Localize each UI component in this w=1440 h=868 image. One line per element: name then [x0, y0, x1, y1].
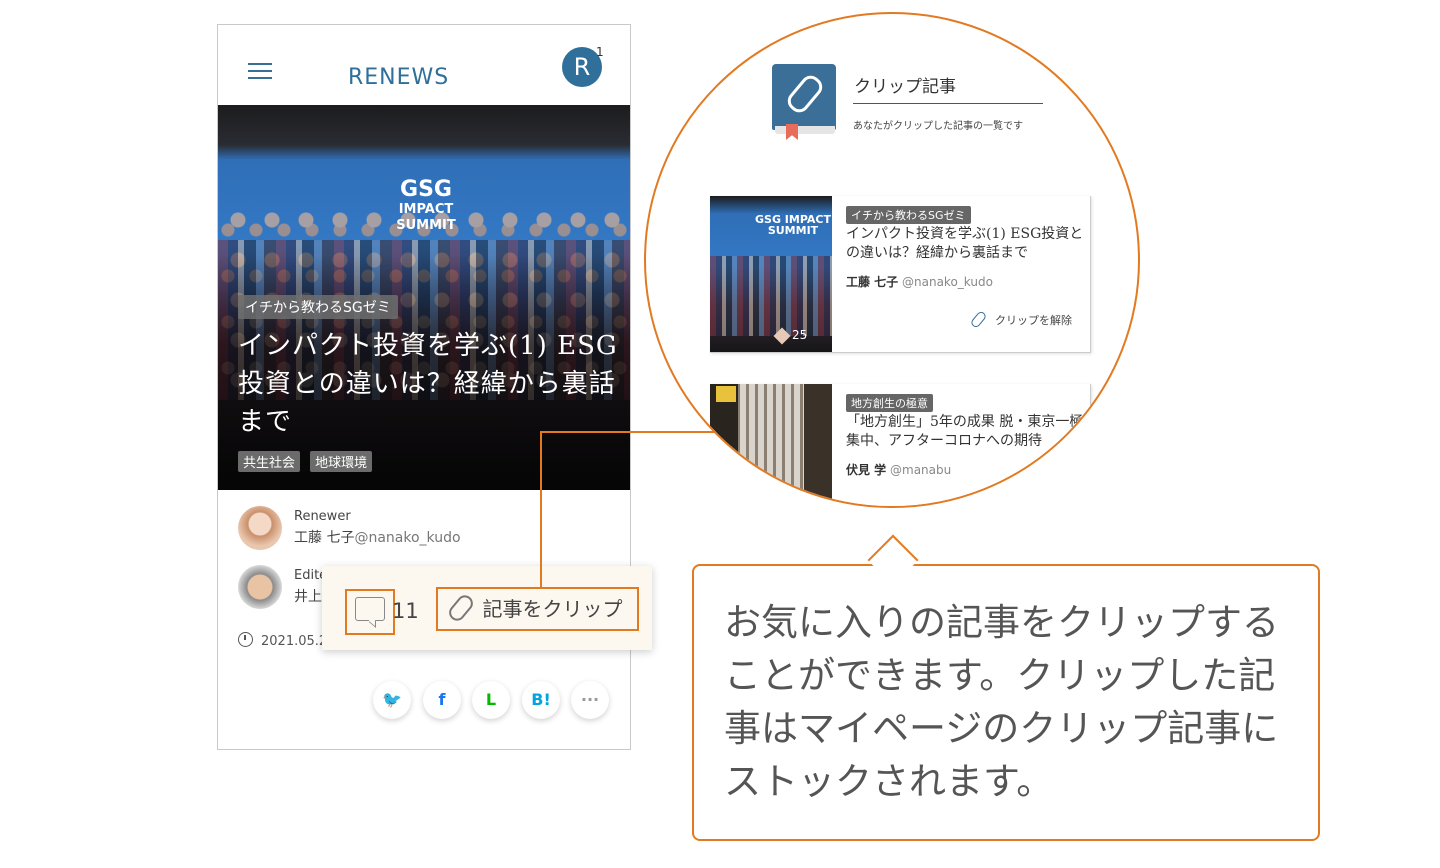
publish-date: 2021.05.2: [238, 632, 327, 649]
facebook-icon: f: [438, 690, 446, 709]
article-thumbnail[interactable]: [710, 384, 832, 506]
more-icon: ···: [580, 690, 600, 709]
comment-button[interactable]: [345, 589, 395, 635]
menu-icon[interactable]: [248, 63, 272, 79]
hatena-share-button[interactable]: B!: [522, 681, 560, 719]
card-author[interactable]: 伏見 学 @manabu: [846, 461, 951, 478]
card-title[interactable]: インパクト投資を学ぶ(1) ESG投資との違いは？経緯から裏話まで: [846, 225, 1084, 263]
paperclip-icon: [445, 592, 476, 624]
notification-badge: 1: [596, 45, 604, 59]
connector-line: [540, 431, 542, 588]
avatar: [238, 506, 282, 550]
site-logo[interactable]: RENEWS: [348, 65, 449, 90]
facebook-share-button[interactable]: f: [423, 681, 461, 719]
divider: [853, 103, 1043, 104]
explanation-callout: お気に入りの記事をクリップすることができます。クリップした記事はマイページのクリ…: [692, 534, 1320, 841]
author-role: Renewer: [294, 509, 351, 524]
twitter-icon: 🐦: [382, 690, 402, 709]
more-share-button[interactable]: ···: [571, 681, 609, 719]
author-renewer[interactable]: Renewer 工藤 七子@nanako_kudo: [238, 506, 538, 550]
card-author[interactable]: 工藤 七子 @nanako_kudo: [846, 273, 993, 290]
author-name: 井上: [294, 589, 322, 605]
paperclip-icon: [969, 310, 988, 329]
top-bar: RENEWS R 1: [218, 25, 630, 105]
twitter-share-button[interactable]: 🐦: [373, 681, 411, 719]
category-tag[interactable]: イチから教わるSGゼミ: [846, 206, 971, 224]
page-title: クリップ記事: [854, 77, 956, 97]
author-name: 工藤 七子@nanako_kudo: [294, 530, 461, 546]
category-tag[interactable]: 地方創生の極意: [846, 394, 933, 412]
comment-count: 11: [392, 599, 419, 623]
hatena-icon: B!: [531, 690, 551, 709]
article-thumbnail[interactable]: GSG IMPACT SUMMIT 25: [710, 196, 832, 352]
line-icon: L: [485, 690, 497, 709]
clip-card[interactable]: GSG IMPACT SUMMIT 25 イチから教わるSGゼミ インパクト投資…: [710, 196, 1091, 353]
clip-card[interactable]: 地方創生の極意 「地方創生」5年の成果 脱・東京一極集中、アフターコロナへの期待…: [710, 384, 1091, 506]
article-title: インパクト投資を学ぶ(1) ESG投資との違いは？経緯から裏話まで: [238, 331, 618, 437]
card-title[interactable]: 「地方創生」5年の成果 脱・東京一極集中、アフターコロナへの期待: [846, 413, 1084, 451]
tag-kyosei[interactable]: 共生社会: [238, 451, 301, 472]
avatar: [238, 565, 282, 609]
tag-list: 共生社会 地球環境: [238, 451, 377, 472]
category-tag[interactable]: イチから教わるSGゼミ: [238, 295, 398, 319]
action-bar-zoom: 11 記事をクリップ: [322, 566, 652, 650]
clock-icon: [238, 632, 253, 647]
callout-text: お気に入りの記事をクリップすることができます。クリップした記事はマイページのクリ…: [724, 601, 1279, 803]
clip-article-button[interactable]: 記事をクリップ: [436, 587, 639, 631]
page-subtitle: あなたがクリップした記事の一覧です: [853, 121, 1023, 132]
tag-chikyu[interactable]: 地球環境: [310, 451, 373, 472]
like-count: 25: [792, 328, 808, 342]
banner-text: GSG IMPACT SUMMIT: [396, 177, 456, 234]
clip-page-magnifier: クリップ記事 あなたがクリップした記事の一覧です GSG IMPACT SUMM…: [644, 12, 1140, 508]
unclip-button[interactable]: クリップを解除: [969, 310, 1072, 329]
clip-book-icon: [772, 64, 836, 140]
line-share-button[interactable]: L: [472, 681, 510, 719]
